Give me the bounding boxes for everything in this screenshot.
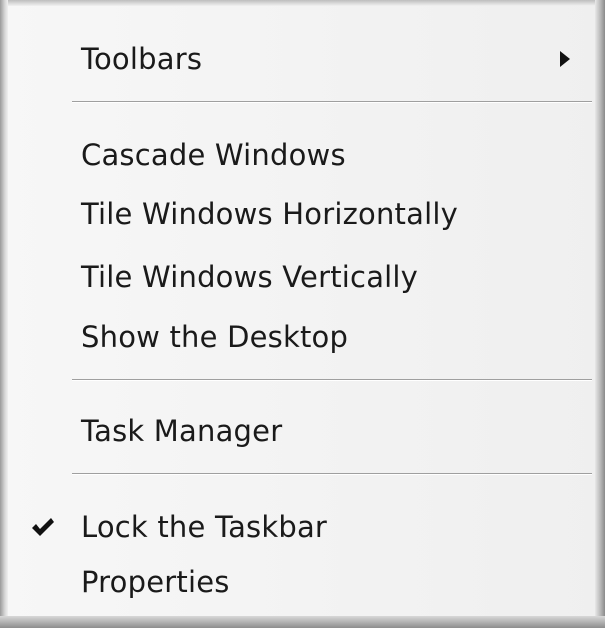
menu-item-tile-horizontally[interactable]: Tile Windows Horizontally xyxy=(8,186,595,242)
menu-separator xyxy=(72,101,592,103)
menu-left-border xyxy=(0,0,8,628)
chevron-right-icon xyxy=(560,51,570,67)
menu-item-label: Lock the Taskbar xyxy=(81,510,328,544)
menu-item-label: Toolbars xyxy=(81,42,203,76)
menu-item-lock-taskbar[interactable]: Lock the Taskbar xyxy=(8,499,595,555)
menu-bottom-border xyxy=(0,616,605,628)
menu-item-cascade-windows[interactable]: Cascade Windows xyxy=(8,127,595,183)
menu-item-toolbars[interactable]: Toolbars xyxy=(8,31,595,87)
menu-item-label: Tile Windows Horizontally xyxy=(81,197,458,231)
menu-right-border xyxy=(595,0,605,628)
menu-item-properties[interactable]: Properties xyxy=(8,554,595,610)
menu-item-label: Task Manager xyxy=(81,414,283,448)
menu-item-label: Properties xyxy=(81,565,230,599)
menu-item-label: Cascade Windows xyxy=(81,138,346,172)
menu-separator xyxy=(72,379,592,381)
taskbar-context-menu: Toolbars Cascade Windows Tile Windows Ho… xyxy=(8,6,595,616)
menu-item-task-manager[interactable]: Task Manager xyxy=(8,403,595,459)
menu-separator xyxy=(72,473,592,475)
check-icon xyxy=(32,518,54,536)
menu-item-show-desktop[interactable]: Show the Desktop xyxy=(8,309,595,365)
menu-item-label: Show the Desktop xyxy=(81,320,349,354)
menu-item-label: Tile Windows Vertically xyxy=(81,260,419,294)
menu-item-tile-vertically[interactable]: Tile Windows Vertically xyxy=(8,249,595,305)
